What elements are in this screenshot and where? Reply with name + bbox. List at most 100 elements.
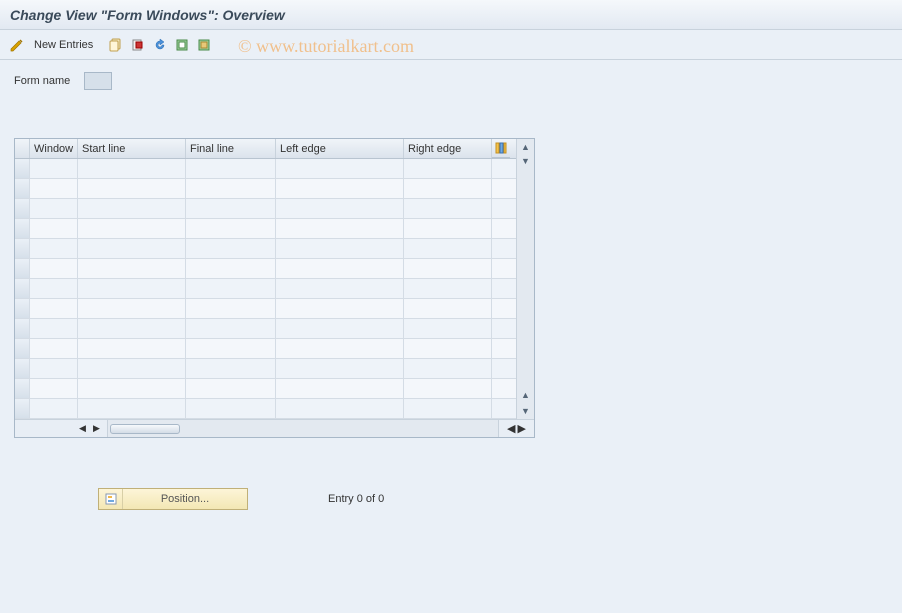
row-selector[interactable] bbox=[15, 399, 30, 418]
cell-window[interactable] bbox=[30, 199, 78, 218]
cell-right-edge[interactable] bbox=[404, 239, 492, 258]
cell-window[interactable] bbox=[30, 379, 78, 398]
select-all-icon[interactable] bbox=[173, 36, 191, 54]
scroll-right-arrow-end-icon[interactable]: ▶ bbox=[518, 422, 526, 435]
cell-start-line[interactable] bbox=[78, 379, 186, 398]
cell-final-line[interactable] bbox=[186, 299, 276, 318]
cell-left-edge[interactable] bbox=[276, 399, 404, 418]
cell-right-edge[interactable] bbox=[404, 159, 492, 178]
cell-right-edge[interactable] bbox=[404, 379, 492, 398]
cell-final-line[interactable] bbox=[186, 259, 276, 278]
scroll-down-arrow-bottom-icon[interactable]: ▼ bbox=[518, 403, 534, 419]
cell-window[interactable] bbox=[30, 399, 78, 418]
cell-left-edge[interactable] bbox=[276, 379, 404, 398]
row-selector[interactable] bbox=[15, 359, 30, 378]
cell-window[interactable] bbox=[30, 219, 78, 238]
cell-final-line[interactable] bbox=[186, 399, 276, 418]
scroll-right-arrow-icon[interactable]: ▶ bbox=[93, 423, 105, 435]
table-row[interactable] bbox=[15, 279, 516, 299]
cell-left-edge[interactable] bbox=[276, 179, 404, 198]
cell-right-edge[interactable] bbox=[404, 259, 492, 278]
cell-start-line[interactable] bbox=[78, 299, 186, 318]
table-row[interactable] bbox=[15, 339, 516, 359]
row-selector[interactable] bbox=[15, 239, 30, 258]
vertical-scrollbar[interactable]: ▲ ▼ ▲ ▼ bbox=[516, 139, 534, 419]
row-selector[interactable] bbox=[15, 159, 30, 178]
scroll-left-arrow-end-icon[interactable]: ◀ bbox=[507, 422, 515, 435]
row-selector[interactable] bbox=[15, 379, 30, 398]
cell-left-edge[interactable] bbox=[276, 259, 404, 278]
cell-final-line[interactable] bbox=[186, 359, 276, 378]
cell-final-line[interactable] bbox=[186, 319, 276, 338]
cell-start-line[interactable] bbox=[78, 339, 186, 358]
table-row[interactable] bbox=[15, 399, 516, 419]
row-selector[interactable] bbox=[15, 259, 30, 278]
cell-left-edge[interactable] bbox=[276, 159, 404, 178]
cell-left-edge[interactable] bbox=[276, 239, 404, 258]
row-selector[interactable] bbox=[15, 219, 30, 238]
cell-start-line[interactable] bbox=[78, 239, 186, 258]
cell-start-line[interactable] bbox=[78, 319, 186, 338]
row-selector[interactable] bbox=[15, 279, 30, 298]
cell-right-edge[interactable] bbox=[404, 179, 492, 198]
cell-start-line[interactable] bbox=[78, 279, 186, 298]
delete-icon[interactable] bbox=[129, 36, 147, 54]
cell-left-edge[interactable] bbox=[276, 199, 404, 218]
hscroll-thumb[interactable] bbox=[110, 424, 180, 434]
cell-final-line[interactable] bbox=[186, 239, 276, 258]
cell-start-line[interactable] bbox=[78, 159, 186, 178]
undo-change-icon[interactable] bbox=[151, 36, 169, 54]
configure-columns-icon[interactable] bbox=[492, 139, 510, 158]
table-row[interactable] bbox=[15, 239, 516, 259]
cell-start-line[interactable] bbox=[78, 179, 186, 198]
cell-right-edge[interactable] bbox=[404, 299, 492, 318]
cell-window[interactable] bbox=[30, 359, 78, 378]
cell-window[interactable] bbox=[30, 179, 78, 198]
cell-left-edge[interactable] bbox=[276, 219, 404, 238]
cell-window[interactable] bbox=[30, 239, 78, 258]
toggle-change-icon[interactable] bbox=[8, 36, 26, 54]
cell-start-line[interactable] bbox=[78, 359, 186, 378]
cell-final-line[interactable] bbox=[186, 159, 276, 178]
select-all-rows-cell[interactable] bbox=[15, 139, 30, 158]
cell-right-edge[interactable] bbox=[404, 339, 492, 358]
cell-final-line[interactable] bbox=[186, 339, 276, 358]
cell-window[interactable] bbox=[30, 159, 78, 178]
scroll-down-arrow-icon[interactable]: ▼ bbox=[518, 153, 534, 169]
column-header-window[interactable]: Window bbox=[30, 139, 78, 158]
cell-window[interactable] bbox=[30, 319, 78, 338]
position-button[interactable]: Position... bbox=[98, 488, 248, 510]
cell-final-line[interactable] bbox=[186, 379, 276, 398]
column-header-left-edge[interactable]: Left edge bbox=[276, 139, 404, 158]
cell-left-edge[interactable] bbox=[276, 319, 404, 338]
new-entries-button[interactable]: New Entries bbox=[30, 39, 97, 51]
row-selector[interactable] bbox=[15, 319, 30, 338]
cell-window[interactable] bbox=[30, 299, 78, 318]
cell-right-edge[interactable] bbox=[404, 199, 492, 218]
cell-left-edge[interactable] bbox=[276, 299, 404, 318]
hscroll-track[interactable] bbox=[108, 420, 498, 437]
scroll-left-arrow-icon[interactable]: ◀ bbox=[79, 423, 91, 435]
row-selector[interactable] bbox=[15, 179, 30, 198]
table-row[interactable] bbox=[15, 319, 516, 339]
cell-right-edge[interactable] bbox=[404, 319, 492, 338]
table-row[interactable] bbox=[15, 359, 516, 379]
cell-right-edge[interactable] bbox=[404, 359, 492, 378]
cell-right-edge[interactable] bbox=[404, 279, 492, 298]
cell-window[interactable] bbox=[30, 259, 78, 278]
copy-as-icon[interactable] bbox=[107, 36, 125, 54]
cell-start-line[interactable] bbox=[78, 199, 186, 218]
cell-start-line[interactable] bbox=[78, 259, 186, 278]
column-header-final-line[interactable]: Final line bbox=[186, 139, 276, 158]
form-name-input[interactable] bbox=[84, 72, 112, 90]
cell-final-line[interactable] bbox=[186, 219, 276, 238]
table-row[interactable] bbox=[15, 219, 516, 239]
cell-left-edge[interactable] bbox=[276, 359, 404, 378]
row-selector[interactable] bbox=[15, 339, 30, 358]
cell-left-edge[interactable] bbox=[276, 279, 404, 298]
column-header-right-edge[interactable]: Right edge bbox=[404, 139, 492, 158]
cell-window[interactable] bbox=[30, 279, 78, 298]
cell-start-line[interactable] bbox=[78, 399, 186, 418]
cell-final-line[interactable] bbox=[186, 199, 276, 218]
cell-window[interactable] bbox=[30, 339, 78, 358]
